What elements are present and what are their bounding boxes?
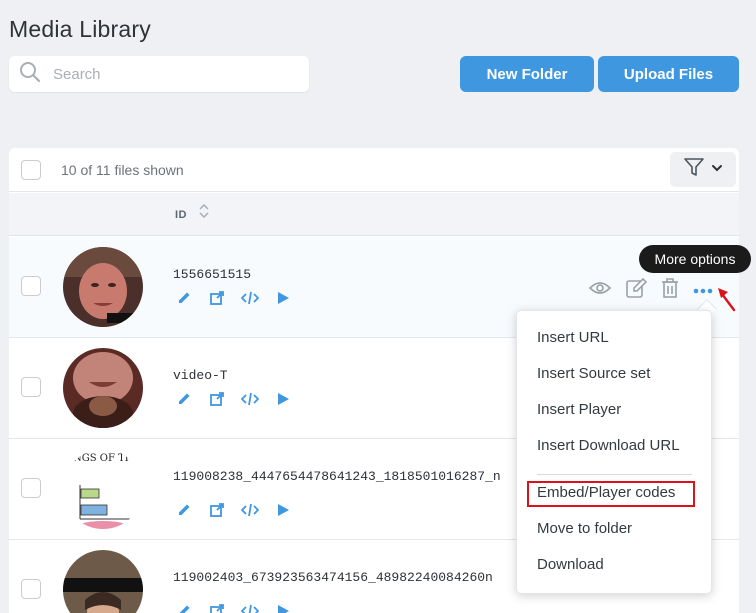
more-options-icon[interactable] <box>693 282 713 300</box>
trash-icon[interactable] <box>661 278 679 303</box>
select-all-checkbox[interactable] <box>21 160 41 180</box>
code-icon[interactable] <box>241 390 259 408</box>
play-icon[interactable] <box>274 390 292 408</box>
table-header: ID <box>9 193 739 236</box>
play-icon[interactable] <box>274 501 292 519</box>
sort-icon[interactable] <box>199 203 209 224</box>
row-checkbox[interactable] <box>21 276 41 296</box>
menu-item-download[interactable]: Download <box>537 556 604 573</box>
edit-icon[interactable] <box>625 277 648 304</box>
play-icon[interactable] <box>274 602 292 613</box>
thumbnail[interactable] <box>63 247 143 327</box>
thumbnail[interactable] <box>63 348 143 428</box>
thumbnail[interactable]: NGS OF TI <box>63 449 143 529</box>
search-box[interactable] <box>9 56 309 92</box>
new-folder-button[interactable]: New Folder <box>460 56 594 92</box>
search-icon <box>19 61 41 88</box>
row-checkbox[interactable] <box>21 478 41 498</box>
external-link-icon[interactable] <box>208 289 226 307</box>
more-options-tooltip: More options <box>639 245 751 273</box>
svg-text:NGS OF TI: NGS OF TI <box>73 453 129 464</box>
pencil-icon[interactable] <box>175 390 193 408</box>
code-icon[interactable] <box>241 602 259 613</box>
file-name: 119002403_673923563474156_48982240084260… <box>173 570 493 585</box>
search-input[interactable] <box>53 65 273 83</box>
pencil-icon[interactable] <box>175 501 193 519</box>
row-actions <box>175 501 292 519</box>
arrow-pointer-icon <box>716 286 738 317</box>
eye-icon[interactable] <box>588 280 612 301</box>
menu-item-insert-download-url[interactable]: Insert Download URL <box>537 437 680 454</box>
code-icon[interactable] <box>241 289 259 307</box>
list-toolbar: 10 of 11 files shown <box>9 148 739 192</box>
column-header-id[interactable]: ID <box>175 209 187 221</box>
filter-icon <box>683 156 705 183</box>
filter-button[interactable] <box>670 152 736 187</box>
menu-divider <box>537 474 692 475</box>
page-title: Media Library <box>9 16 151 42</box>
row-actions <box>175 289 292 307</box>
external-link-icon[interactable] <box>208 390 226 408</box>
menu-item-insert-url[interactable]: Insert URL <box>537 329 609 346</box>
external-link-icon[interactable] <box>208 602 226 613</box>
menu-item-move-to-folder[interactable]: Move to folder <box>537 520 632 537</box>
file-name: video-T <box>173 368 228 383</box>
file-name: 1556651515 <box>173 267 252 282</box>
row-actions <box>175 602 292 613</box>
files-count: 10 of 11 files shown <box>61 162 184 178</box>
thumbnail[interactable] <box>63 550 143 613</box>
menu-item-embed-player-codes[interactable]: Embed/Player codes <box>537 484 675 501</box>
upload-files-button[interactable]: Upload Files <box>598 56 739 92</box>
external-link-icon[interactable] <box>208 501 226 519</box>
code-icon[interactable] <box>241 501 259 519</box>
row-actions <box>175 390 292 408</box>
more-options-menu: Insert URL Insert Source set Insert Play… <box>516 310 712 594</box>
play-icon[interactable] <box>274 289 292 307</box>
pencil-icon[interactable] <box>175 289 193 307</box>
file-name: 119008238_4447654478641243_1818501016287… <box>173 469 501 484</box>
row-tools <box>588 277 713 304</box>
menu-item-insert-player[interactable]: Insert Player <box>537 401 621 418</box>
chevron-down-icon <box>711 161 723 179</box>
row-checkbox[interactable] <box>21 579 41 599</box>
pencil-icon[interactable] <box>175 602 193 613</box>
row-checkbox[interactable] <box>21 377 41 397</box>
menu-item-insert-source-set[interactable]: Insert Source set <box>537 365 650 382</box>
